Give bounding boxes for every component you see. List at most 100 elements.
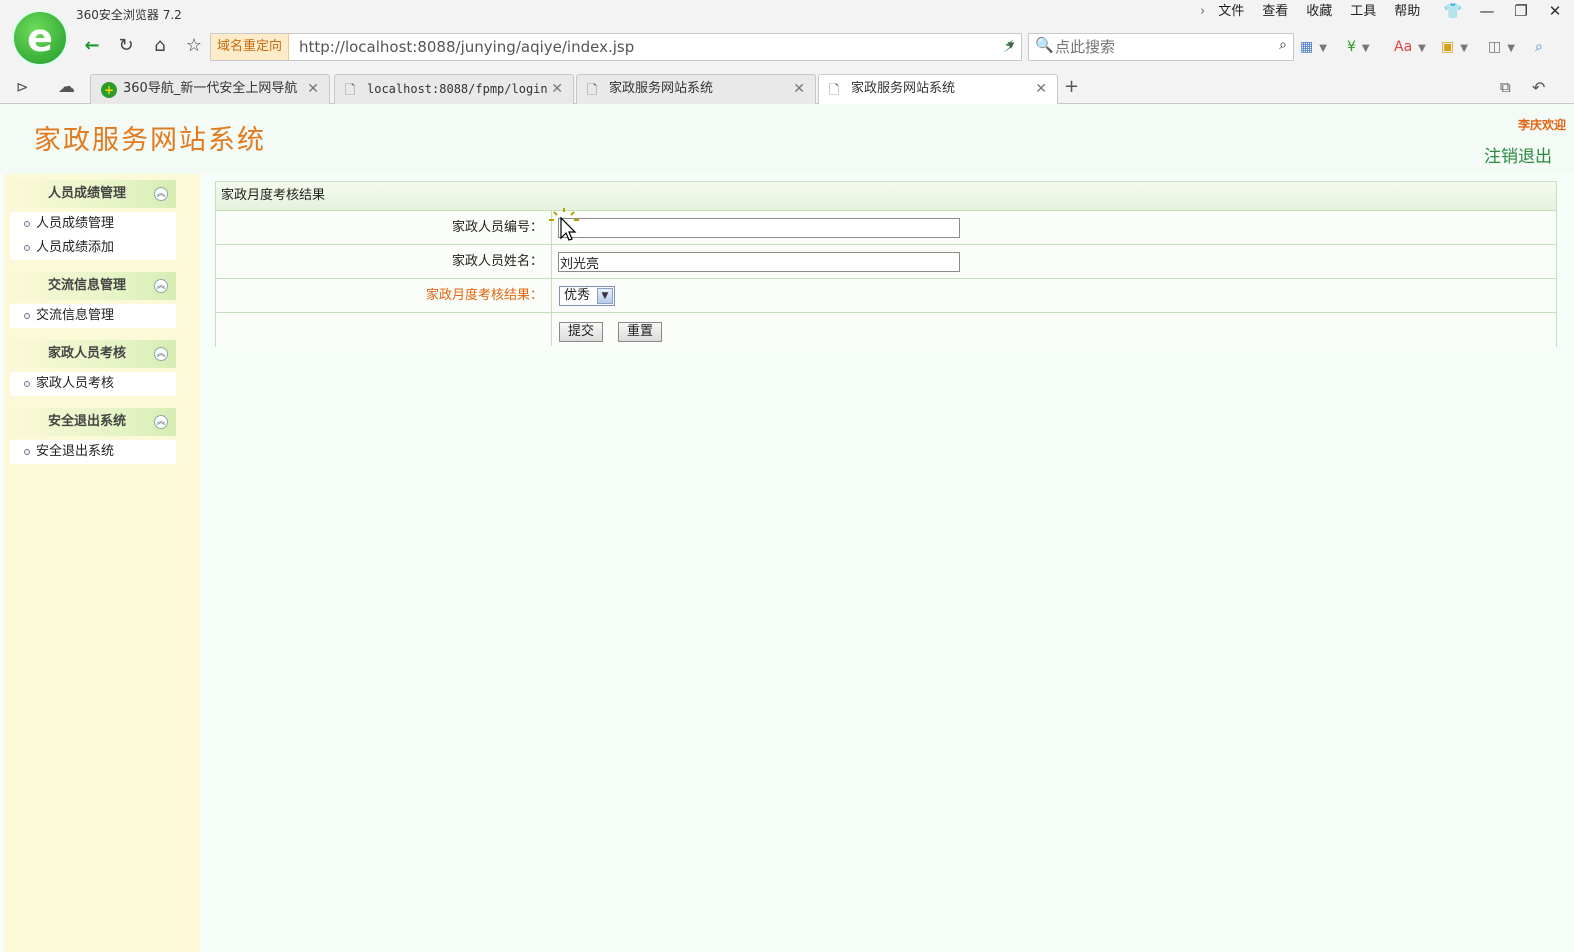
sidebar-section-body: 交流信息管理 bbox=[10, 304, 176, 328]
staff-name-input[interactable] bbox=[558, 252, 960, 272]
collapse-icon[interactable]: ︽ bbox=[154, 415, 168, 429]
redirect-tag[interactable]: 域名重定向 bbox=[211, 34, 290, 60]
tab-360-nav[interactable]: + 360导航_新一代安全上网导航 ✕ bbox=[90, 74, 330, 104]
favorite-star-button[interactable]: ☆ bbox=[178, 32, 210, 62]
back-button[interactable]: ← bbox=[76, 32, 108, 62]
sidebar-section-body: 安全退出系统 bbox=[10, 440, 176, 464]
collapse-icon[interactable]: ︽ bbox=[154, 347, 168, 361]
page-header: 家政服务网站系统 李庆欢迎 注销退出 bbox=[0, 104, 1574, 174]
menu-tools[interactable]: 工具 bbox=[1341, 3, 1385, 21]
skin-icon[interactable]: 👕 bbox=[1436, 0, 1470, 24]
web-page: 家政服务网站系统 李庆欢迎 注销退出 人员成绩管理 ︽ 人员成绩管理 人员成绩添… bbox=[0, 104, 1574, 952]
tab-close-icon[interactable]: ✕ bbox=[307, 75, 319, 103]
search-go-icon[interactable]: ⌕ bbox=[1279, 37, 1287, 53]
address-dropdown-icon[interactable]: ▾ bbox=[998, 32, 1024, 62]
tab-housekeeping-active[interactable]: 🗋 家政服务网站系统 ✕ bbox=[818, 74, 1058, 105]
menu-chevron-icon[interactable]: › bbox=[1196, 3, 1209, 21]
new-tab-button[interactable]: + bbox=[1064, 76, 1079, 97]
collapse-icon[interactable]: ︽ bbox=[154, 187, 168, 201]
translate-icon[interactable]: Aa ▼ bbox=[1394, 34, 1441, 60]
maximize-button[interactable]: ❐ bbox=[1504, 0, 1538, 24]
page-icon: 🗋 bbox=[345, 83, 356, 98]
page-icon: 🗋 bbox=[829, 83, 840, 98]
sidebar-section-assessment[interactable]: 家政人员考核 ︽ bbox=[10, 340, 176, 368]
navigation-bar: ← ↻ ⌂ ☆ 域名重定向 http://localhost:8088/juny… bbox=[74, 32, 1296, 62]
nav360-icon: + bbox=[101, 82, 117, 98]
sidebar-section-messages[interactable]: 交流信息管理 ︽ bbox=[10, 272, 176, 300]
zoom-icon[interactable]: ⌕ bbox=[1535, 34, 1574, 60]
tab-housekeeping-1[interactable]: 🗋 家政服务网站系统 ✕ bbox=[576, 74, 816, 104]
sidebar-item-label: 人员成绩添加 bbox=[36, 240, 115, 255]
extension-toolbar: ▦ ▼ ¥ ▼ Aa ▼ ▣ ▼ ◫ ▼ ⌕ bbox=[1300, 34, 1574, 60]
tab-login[interactable]: 🗋 localhost:8088/fpmp/login/ ✕ bbox=[334, 74, 574, 104]
menu-file[interactable]: 文件 bbox=[1209, 3, 1253, 21]
staff-name-label: 家政人员姓名： bbox=[216, 245, 552, 278]
staff-id-input[interactable] bbox=[558, 218, 960, 238]
search-input[interactable] bbox=[1055, 34, 1255, 60]
bullet-icon bbox=[24, 245, 30, 251]
window-controls: 👕 — ❐ ✕ bbox=[1436, 0, 1572, 24]
form-row-staff-name: 家政人员姓名： bbox=[216, 245, 1556, 279]
form-row-buttons: 提交 重置 bbox=[216, 313, 1556, 347]
tab-restore-icon[interactable]: ⧉ bbox=[1500, 78, 1511, 96]
apps-icon[interactable]: ▦ ▼ bbox=[1300, 34, 1347, 60]
sidebar-item-label: 家政人员考核 bbox=[36, 376, 115, 391]
sidebar-item-assessment[interactable]: 家政人员考核 bbox=[10, 372, 176, 396]
sidebar-item-label: 安全退出系统 bbox=[36, 444, 115, 459]
bullet-icon bbox=[24, 221, 30, 227]
browser-logo: e bbox=[12, 10, 68, 66]
monthly-result-select[interactable]: 优秀 ▼ bbox=[559, 286, 615, 306]
sidebar-item-logout[interactable]: 安全退出系统 bbox=[10, 440, 176, 464]
sidebar-section-logout[interactable]: 安全退出系统 ︽ bbox=[10, 408, 176, 436]
undo-close-icon[interactable]: ↶ bbox=[1532, 78, 1545, 97]
submit-button[interactable]: 提交 bbox=[559, 322, 604, 342]
sidebar-item-score-mgmt[interactable]: 人员成绩管理 bbox=[10, 212, 176, 236]
address-url[interactable]: http://localhost:8088/junying/aqiye/inde… bbox=[299, 34, 634, 60]
tab-label: localhost:8088/fpmp/login/ bbox=[367, 82, 547, 96]
sidebar-item-label: 交流信息管理 bbox=[36, 308, 115, 323]
assessment-form: 家政月度考核结果 家政人员编号： 家政人员姓名： 家政月度考核结果： 优秀 ▼ … bbox=[215, 181, 1557, 347]
empty-label-cell bbox=[216, 313, 552, 346]
screenshot-icon[interactable]: ▣ ▼ bbox=[1441, 34, 1488, 60]
section-title: 交流信息管理 bbox=[48, 278, 127, 293]
selected-value: 优秀 bbox=[564, 288, 591, 303]
address-bar[interactable]: 域名重定向 http://localhost:8088/junying/aqiy… bbox=[210, 33, 1022, 61]
cloud-icon[interactable]: ☁ bbox=[58, 77, 75, 97]
reload-button[interactable]: ↻ bbox=[110, 32, 142, 62]
collapse-icon[interactable]: ︽ bbox=[154, 279, 168, 293]
page-icon: 🗋 bbox=[587, 83, 598, 98]
payment-icon[interactable]: ¥ ▼ bbox=[1347, 34, 1394, 60]
tab-close-icon[interactable]: ✕ bbox=[1035, 75, 1047, 103]
section-title: 家政人员考核 bbox=[48, 346, 127, 361]
tab-label: 家政服务网站系统 bbox=[609, 81, 714, 96]
logout-link[interactable]: 注销退出 bbox=[1484, 142, 1552, 167]
sidebar-toggle-icon[interactable]: ⊳ bbox=[16, 78, 29, 96]
sidebar-section-score-mgmt[interactable]: 人员成绩管理 ︽ bbox=[10, 180, 176, 208]
sidebar-item-score-add[interactable]: 人员成绩添加 bbox=[10, 236, 176, 260]
welcome-text: 李庆欢迎 bbox=[1517, 118, 1566, 132]
tab-close-icon[interactable]: ✕ bbox=[551, 75, 563, 103]
browser-title: 360安全浏览器 7.2 bbox=[76, 8, 182, 22]
sidebar-item-messages[interactable]: 交流信息管理 bbox=[10, 304, 176, 328]
tab-close-icon[interactable]: ✕ bbox=[793, 75, 805, 103]
game-icon[interactable]: ◫ ▼ bbox=[1488, 34, 1535, 60]
browser-menubar: › 文件 查看 收藏 工具 帮助 bbox=[1196, 3, 1429, 21]
search-box[interactable]: 🔍 ⌕ bbox=[1028, 33, 1294, 61]
sidebar-section-body: 人员成绩管理 人员成绩添加 bbox=[10, 212, 176, 260]
menu-help[interactable]: 帮助 bbox=[1385, 3, 1429, 21]
search-engine-icon[interactable]: 🔍 bbox=[1035, 36, 1054, 54]
close-window-button[interactable]: ✕ bbox=[1538, 0, 1572, 24]
tab-label: 家政服务网站系统 bbox=[851, 81, 956, 96]
chevron-down-icon[interactable]: ▼ bbox=[597, 288, 613, 304]
monthly-result-label: 家政月度考核结果： bbox=[216, 279, 552, 312]
bullet-icon bbox=[24, 381, 30, 387]
tab-label: 360导航_新一代安全上网导航 bbox=[123, 81, 298, 96]
section-title: 人员成绩管理 bbox=[48, 186, 127, 201]
menu-favorites[interactable]: 收藏 bbox=[1297, 3, 1341, 21]
home-button[interactable]: ⌂ bbox=[144, 32, 176, 62]
minimize-button[interactable]: — bbox=[1470, 0, 1504, 24]
sidebar-section-body: 家政人员考核 bbox=[10, 372, 176, 396]
reset-button[interactable]: 重置 bbox=[618, 322, 663, 342]
sidebar: 人员成绩管理 ︽ 人员成绩管理 人员成绩添加 交流信息管理 ︽ 交流信息管理 家… bbox=[4, 174, 200, 952]
menu-view[interactable]: 查看 bbox=[1253, 3, 1297, 21]
